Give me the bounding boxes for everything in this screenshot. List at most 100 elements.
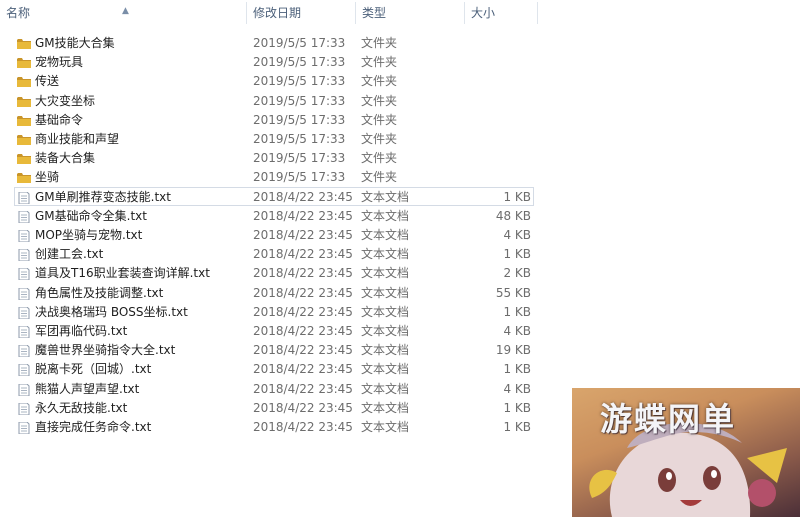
file-type: 文本文档 bbox=[361, 266, 410, 281]
file-row[interactable]: 商业技能和声望 2019/5/5 17:33 文件夹 bbox=[14, 129, 534, 148]
file-name: 坐骑 bbox=[35, 170, 60, 185]
file-row[interactable]: 创建工会.txt 2018/4/22 23:45 文本文档 1 KB bbox=[14, 244, 534, 263]
file-type: 文件夹 bbox=[361, 93, 398, 108]
file-date: 2018/4/22 23:45 bbox=[253, 228, 353, 242]
file-row[interactable]: 大灾变坐标 2019/5/5 17:33 文件夹 bbox=[14, 91, 534, 110]
file-date: 2019/5/5 17:33 bbox=[253, 74, 346, 89]
column-header-date[interactable]: 修改日期 bbox=[247, 0, 355, 26]
file-date: 2019/5/5 17:33 bbox=[253, 170, 346, 185]
file-row[interactable]: 宠物玩具 2019/5/5 17:33 文件夹 bbox=[14, 52, 534, 71]
folder-icon bbox=[17, 56, 31, 69]
watermark-text: 游蝶网单 bbox=[600, 400, 737, 438]
column-header-name[interactable]: 名称 ▲ bbox=[0, 0, 246, 26]
file-type: 文本文档 bbox=[361, 343, 410, 358]
file-row[interactable]: 装备大合集 2019/5/5 17:33 文件夹 bbox=[14, 148, 534, 167]
file-date: 2018/4/22 23:45 bbox=[253, 343, 353, 358]
text-file-icon bbox=[17, 383, 31, 397]
file-type: 文件夹 bbox=[361, 132, 398, 146]
file-type: 文本文档 bbox=[361, 381, 410, 396]
file-date: 2018/4/22 23:45 bbox=[253, 266, 353, 281]
file-size: 1 KB bbox=[503, 189, 531, 204]
file-name: 传送 bbox=[35, 74, 60, 89]
text-file-icon bbox=[17, 267, 31, 281]
file-type: 文本文档 bbox=[361, 208, 410, 223]
file-row[interactable]: 坐骑 2019/5/5 17:33 文件夹 bbox=[14, 167, 534, 186]
file-date: 2019/5/5 17:33 bbox=[253, 151, 346, 166]
text-file-icon bbox=[17, 344, 31, 358]
file-size: 1 KB bbox=[503, 304, 531, 319]
folder-icon bbox=[17, 133, 31, 145]
file-type: 文本文档 bbox=[361, 324, 410, 338]
file-date: 2018/4/22 23:45 bbox=[253, 362, 353, 377]
file-size: 1 KB bbox=[503, 420, 531, 434]
file-row[interactable]: 传送 2019/5/5 17:33 文件夹 bbox=[14, 71, 534, 90]
text-file-icon bbox=[17, 306, 31, 320]
file-date: 2018/4/22 23:45 bbox=[253, 285, 353, 300]
column-header-name-label: 名称 bbox=[6, 6, 31, 20]
folder-icon bbox=[17, 75, 31, 88]
file-date: 2018/4/22 23:45 bbox=[253, 381, 353, 396]
text-file-icon bbox=[17, 363, 31, 377]
text-file-icon bbox=[17, 421, 31, 435]
file-size: 48 KB bbox=[495, 208, 531, 223]
file-name: 创建工会.txt bbox=[35, 247, 104, 262]
file-row[interactable]: 军团再临代码.txt 2018/4/22 23:45 文本文档 4 KB bbox=[14, 321, 534, 340]
file-row[interactable]: 决战奥格瑞玛 BOSS坐标.txt 2018/4/22 23:45 文本文档 1 KB bbox=[14, 302, 534, 321]
file-date: 2018/4/22 23:45 bbox=[253, 189, 353, 204]
folder-icon bbox=[17, 152, 31, 165]
file-name: 永久无敌技能.txt bbox=[35, 400, 128, 415]
file-row[interactable]: 熊猫人声望声望.txt 2018/4/22 23:45 文本文档 4 KB bbox=[14, 379, 534, 398]
file-date: 2018/4/22 23:45 bbox=[253, 304, 353, 319]
file-size: 2 KB bbox=[503, 266, 531, 281]
file-row[interactable]: GM基础命令全集.txt 2018/4/22 23:45 文本文档 48 KB bbox=[14, 206, 534, 225]
file-type: 文本文档 bbox=[361, 304, 410, 319]
file-name: 魔兽世界坐骑指令大全.txt bbox=[35, 343, 176, 358]
file-type: 文本文档 bbox=[361, 228, 410, 242]
file-row[interactable]: MOP坐骑与宠物.txt 2018/4/22 23:45 文本文档 4 KB bbox=[14, 225, 534, 244]
column-header-size-label: 大小 bbox=[471, 6, 496, 20]
file-type: 文本文档 bbox=[361, 247, 410, 262]
file-name: 角色属性及技能调整.txt bbox=[35, 285, 164, 300]
column-divider[interactable] bbox=[537, 2, 538, 24]
file-row[interactable]: 基础命令 2019/5/5 17:33 文件夹 bbox=[14, 110, 534, 129]
column-header-size[interactable]: 大小 bbox=[465, 0, 537, 26]
text-file-icon bbox=[17, 287, 31, 301]
file-size: 4 KB bbox=[503, 228, 531, 242]
column-header-type[interactable]: 类型 bbox=[356, 0, 464, 26]
file-type: 文件夹 bbox=[361, 36, 398, 50]
file-row[interactable]: 魔兽世界坐骑指令大全.txt 2018/4/22 23:45 文本文档 19 KB bbox=[14, 340, 534, 359]
file-date: 2019/5/5 17:33 bbox=[253, 132, 346, 146]
file-row[interactable]: 永久无敌技能.txt 2018/4/22 23:45 文本文档 1 KB bbox=[14, 398, 534, 417]
file-date: 2018/4/22 23:45 bbox=[253, 247, 353, 262]
column-header-type-label: 类型 bbox=[362, 6, 387, 20]
sort-ascending-icon: ▲ bbox=[122, 6, 129, 16]
file-row[interactable]: 道具及T16职业套装查询详解.txt 2018/4/22 23:45 文本文档 2 K… bbox=[14, 263, 534, 282]
file-date: 2019/5/5 17:33 bbox=[253, 55, 346, 70]
folder-icon bbox=[17, 171, 31, 184]
file-row[interactable]: 角色属性及技能调整.txt 2018/4/22 23:45 文本文档 55 KB bbox=[14, 283, 534, 302]
file-type: 文件夹 bbox=[361, 74, 398, 89]
text-file-icon bbox=[17, 191, 31, 205]
file-size: 1 KB bbox=[503, 362, 531, 377]
text-file-icon bbox=[17, 210, 31, 224]
file-size: 1 KB bbox=[503, 247, 531, 262]
file-name: 直接完成任务命令.txt bbox=[35, 420, 152, 434]
watermark-image: 游蝶网单 bbox=[572, 388, 800, 517]
file-size: 55 KB bbox=[495, 285, 531, 300]
file-name: MOP坐骑与宠物.txt bbox=[35, 228, 143, 242]
file-date: 2018/4/22 23:45 bbox=[253, 208, 353, 223]
text-file-icon bbox=[17, 325, 31, 339]
file-row[interactable]: 脱离卡死（回城）.txt 2018/4/22 23:45 文本文档 1 KB bbox=[14, 359, 534, 378]
file-row[interactable]: GM单刷推荐变态技能.txt 2018/4/22 23:45 文本文档 1 KB bbox=[14, 186, 534, 206]
file-type: 文本文档 bbox=[361, 420, 410, 434]
column-header-date-label: 修改日期 bbox=[253, 6, 302, 20]
file-size: 19 KB bbox=[495, 343, 531, 358]
file-type: 文本文档 bbox=[361, 400, 410, 415]
file-row[interactable]: GM技能大合集 2019/5/5 17:33 文件夹 bbox=[14, 33, 534, 52]
file-date: 2018/4/22 23:45 bbox=[253, 400, 353, 415]
file-type: 文本文档 bbox=[361, 189, 410, 204]
file-name: 宠物玩具 bbox=[35, 55, 84, 70]
file-type: 文件夹 bbox=[361, 170, 398, 185]
text-file-icon bbox=[17, 229, 31, 243]
file-row[interactable]: 直接完成任务命令.txt 2018/4/22 23:45 文本文档 1 KB bbox=[14, 417, 534, 436]
